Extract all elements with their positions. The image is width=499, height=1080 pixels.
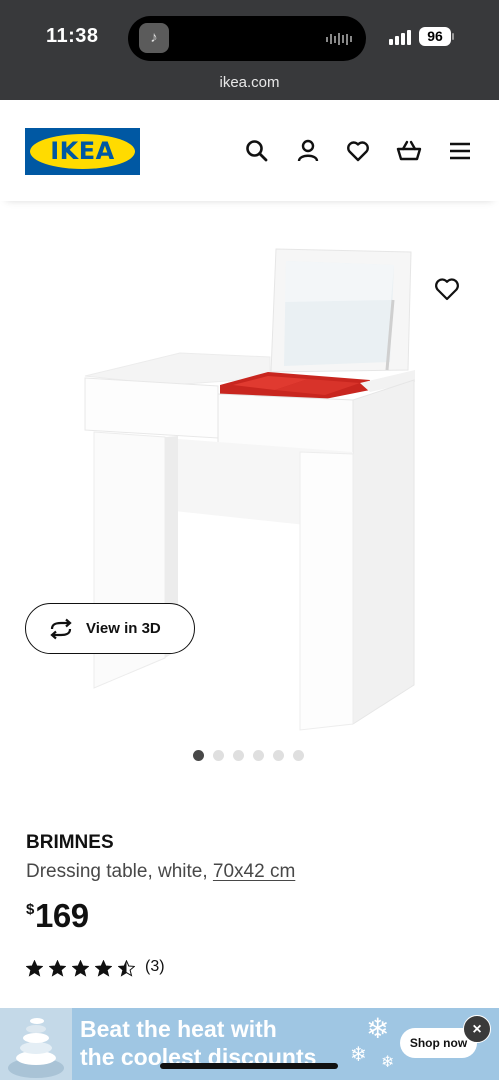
user-icon[interactable] (295, 138, 321, 164)
view-in-3d-button[interactable]: View in 3D (25, 603, 195, 654)
carousel-dot[interactable] (213, 750, 224, 761)
carousel-pagination[interactable] (193, 750, 304, 761)
carousel-dot[interactable] (273, 750, 284, 761)
battery-indicator: 96 (419, 27, 451, 46)
status-bar: 11:38 ♪ 96 ikea.com (0, 0, 499, 100)
stacked-stones-illustration (8, 1018, 64, 1078)
battery-nub (452, 33, 454, 40)
signal-icon (389, 29, 414, 45)
carousel-dot[interactable] (233, 750, 244, 761)
home-indicator[interactable] (160, 1063, 338, 1069)
rating-stars[interactable] (26, 960, 135, 978)
carousel-dot[interactable] (193, 750, 204, 761)
add-to-wishlist-icon[interactable] (430, 272, 464, 306)
snowflake-icon: ❄ (381, 1054, 395, 1071)
product-name[interactable]: BRIMNES (26, 832, 114, 854)
now-playing-thumbnail: ♪ (139, 23, 169, 53)
product-dimensions-link[interactable]: 70x42 cm (213, 861, 295, 882)
dynamic-island[interactable]: ♪ (128, 16, 366, 61)
snowflake-icon: ❄ (366, 1013, 390, 1044)
star-filled-icon (72, 960, 89, 977)
product-description: Dressing table, white, 70x42 cm (26, 861, 295, 883)
status-time: 11:38 (46, 25, 99, 47)
rotate-3d-icon (50, 618, 72, 640)
menu-icon[interactable] (447, 138, 473, 164)
rating-count[interactable]: (3) (145, 958, 165, 976)
product-image[interactable] (70, 240, 430, 740)
basket-icon[interactable] (396, 138, 422, 164)
ad-image (0, 1008, 72, 1080)
star-filled-icon (95, 960, 112, 977)
ikea-logo[interactable]: IKEA (25, 128, 140, 175)
ad-headline-1: Beat the heat with (80, 1016, 277, 1042)
star-filled-icon (26, 960, 43, 977)
logo-text: IKEA (50, 137, 115, 165)
carousel-dot[interactable] (293, 750, 304, 761)
heart-icon[interactable] (345, 138, 371, 164)
url-bar[interactable]: ikea.com (0, 74, 499, 91)
product-description-text: Dressing table, white, (26, 861, 213, 882)
audio-wave-icon (326, 32, 352, 46)
snowflake-icon: ❄ (350, 1044, 367, 1066)
view-in-3d-label: View in 3D (86, 620, 161, 637)
ad-close-button[interactable]: × (463, 1015, 491, 1043)
site-header: IKEA (0, 101, 499, 201)
search-icon[interactable] (244, 138, 270, 164)
price-currency: $ (26, 901, 35, 918)
star-half-icon (118, 960, 135, 977)
price-value: 169 (35, 897, 89, 934)
ad-banner[interactable]: Beat the heat with the coolest discounts… (0, 1008, 499, 1080)
star-filled-icon (49, 960, 66, 977)
carousel-dot[interactable] (253, 750, 264, 761)
